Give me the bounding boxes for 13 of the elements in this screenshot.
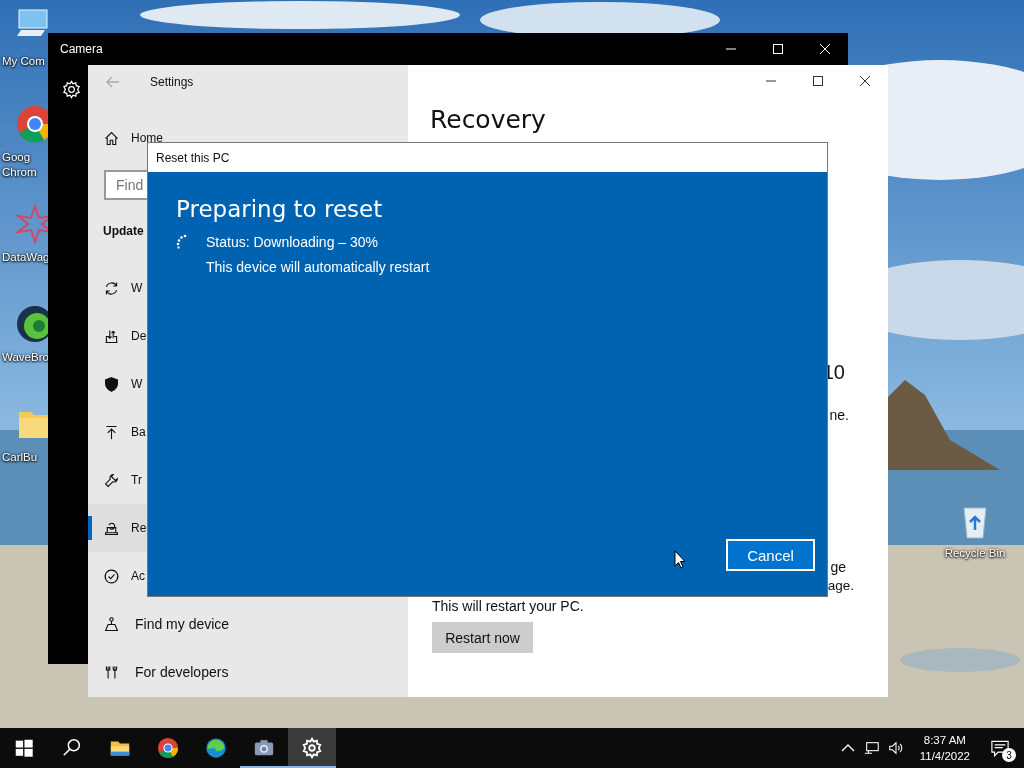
restart-notice: This device will automatically restart	[206, 258, 430, 277]
window-title: Settings	[150, 75, 194, 89]
text-fragment: age.	[827, 578, 854, 593]
section-heading: Update	[103, 224, 144, 238]
dialog-title: Reset this PC	[156, 150, 230, 165]
status-text: Status: Downloading – 30%	[206, 233, 379, 252]
text-fragment: ne.	[829, 407, 849, 423]
dialog-heading: Preparing to reset	[176, 196, 384, 222]
text-fragment: ge	[830, 559, 846, 575]
restart-note: This will restart your PC.	[432, 598, 585, 614]
window-title: Camera	[60, 42, 104, 56]
notification-badge: 3	[1002, 748, 1016, 762]
page-heading: Recovery	[430, 105, 547, 134]
